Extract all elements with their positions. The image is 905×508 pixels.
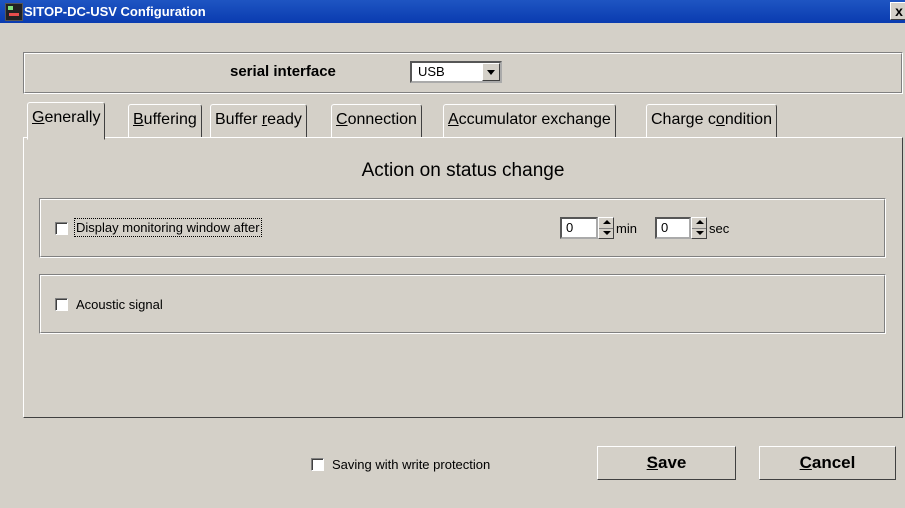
write-protection-label[interactable]: Saving with write protection bbox=[332, 457, 490, 472]
tab-generally[interactable]: Generally bbox=[27, 102, 106, 140]
seconds-unit-label: sec bbox=[709, 221, 730, 236]
close-icon: x bbox=[895, 3, 903, 19]
title-bar: SITOP-DC-USV Configuration x bbox=[0, 0, 905, 23]
serial-interface-select[interactable]: USB bbox=[410, 61, 502, 83]
chevron-down-icon[interactable] bbox=[482, 63, 500, 81]
serial-interface-value: USB bbox=[418, 64, 445, 79]
display-window-label[interactable]: Display monitoring window after bbox=[74, 218, 262, 237]
tab-buffer-ready[interactable]: Buffer ready bbox=[210, 104, 307, 138]
save-button[interactable]: Save bbox=[597, 446, 736, 480]
tab-buffering[interactable]: Buffering bbox=[128, 104, 202, 138]
tab-charge-condition[interactable]: Charge condition bbox=[646, 104, 777, 138]
acoustic-signal-group bbox=[39, 274, 886, 334]
tab-accumulator-exchange[interactable]: Accumulator exchange bbox=[443, 104, 616, 138]
acoustic-signal-label[interactable]: Acoustic signal bbox=[76, 297, 163, 312]
arrow-down-icon[interactable] bbox=[696, 231, 704, 235]
panel-heading: Action on status change bbox=[361, 160, 565, 181]
app-icon bbox=[5, 3, 23, 21]
tab-connection[interactable]: Connection bbox=[331, 104, 422, 138]
minutes-unit-label: min bbox=[616, 221, 637, 236]
acoustic-signal-checkbox[interactable] bbox=[55, 298, 68, 311]
cancel-button[interactable]: Cancel bbox=[759, 446, 896, 480]
write-protection-checkbox[interactable] bbox=[311, 458, 324, 471]
seconds-spinner[interactable] bbox=[691, 217, 707, 239]
minutes-spinner[interactable] bbox=[598, 217, 614, 239]
window-title: SITOP-DC-USV Configuration bbox=[24, 4, 206, 19]
seconds-input[interactable]: 0 bbox=[655, 217, 691, 239]
serial-interface-label: serial interface bbox=[230, 63, 336, 80]
display-window-checkbox[interactable] bbox=[55, 222, 68, 235]
close-button[interactable]: x bbox=[890, 2, 905, 20]
arrow-down-icon[interactable] bbox=[603, 231, 611, 235]
arrow-up-icon[interactable] bbox=[696, 220, 704, 224]
arrow-up-icon[interactable] bbox=[603, 220, 611, 224]
minutes-input[interactable]: 0 bbox=[560, 217, 598, 239]
